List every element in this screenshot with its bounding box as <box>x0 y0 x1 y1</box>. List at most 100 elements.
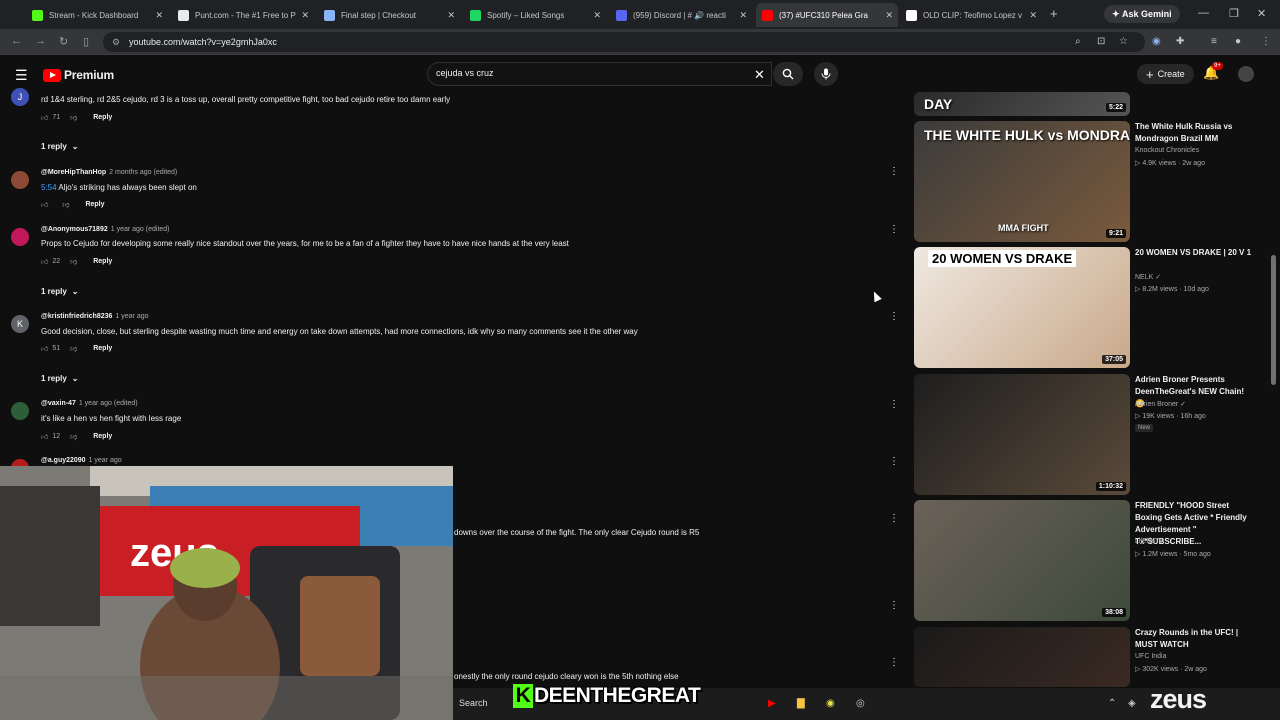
recommended-video[interactable]: 38:08 FRIENDLY "HOOD Street Boxing Gets A… <box>914 500 1270 621</box>
view-replies-button[interactable]: 1 reply ⌄ <box>41 142 79 151</box>
browser-tab[interactable]: OLD CLIP: Teofimo Lopez v ✕ <box>900 3 1042 27</box>
tab-close-icon[interactable]: ✕ <box>1029 10 1037 21</box>
minimize-icon[interactable]: — <box>1198 7 1209 19</box>
recommended-video[interactable]: DAY 5:22 <box>914 92 1270 116</box>
like-icon[interactable]: 👍︎ <box>41 200 48 209</box>
taskbar-search[interactable]: Search <box>459 698 488 708</box>
channel-name[interactable]: LilEllisTv <box>1135 538 1163 545</box>
dislike-icon[interactable]: 👎︎ <box>70 113 77 122</box>
tab-close-icon[interactable]: ✕ <box>593 10 601 21</box>
comment-author[interactable]: @kristinfriedrich8236 <box>41 313 112 320</box>
reply-button[interactable]: Reply <box>93 345 112 352</box>
youtube-taskbar-icon[interactable]: ▶ <box>768 698 776 709</box>
channel-name[interactable]: UFC India <box>1135 653 1167 660</box>
comment-menu-icon[interactable]: ⋮ <box>889 399 899 410</box>
dislike-icon[interactable]: 👎︎ <box>70 257 77 266</box>
comment-date[interactable]: 1 year ago <box>115 313 148 320</box>
channel-name[interactable]: NELK ✓ <box>1135 273 1161 281</box>
file-explorer-icon[interactable]: ▇ <box>797 698 805 709</box>
forward-icon[interactable]: → <box>35 35 46 47</box>
commenter-avatar[interactable]: J <box>11 88 29 106</box>
commenter-avatar[interactable] <box>11 228 29 246</box>
commenter-avatar[interactable]: K <box>11 315 29 333</box>
reply-button[interactable]: Reply <box>93 433 112 440</box>
like-icon[interactable]: 👍︎ <box>41 432 48 441</box>
comment-menu-icon[interactable]: ⋮ <box>889 166 899 177</box>
video-thumbnail[interactable]: DAY 5:22 <box>914 92 1130 116</box>
video-title[interactable]: 20 WOMEN VS DRAKE | 20 V 1 <box>1135 247 1253 259</box>
create-button[interactable]: + Create <box>1137 64 1194 84</box>
comment-menu-icon[interactable]: ⋮ <box>889 311 899 322</box>
reply-button[interactable]: Reply <box>93 114 112 121</box>
comment-menu-icon[interactable]: ⋮ <box>889 513 899 524</box>
close-window-icon[interactable]: ✕ <box>1257 7 1266 20</box>
comment-timestamp-link[interactable]: 5:54 <box>41 183 57 192</box>
recommended-video[interactable]: 20 WOMEN VS DRAKE 37:05 20 WOMEN VS DRAKE … <box>914 247 1270 368</box>
address-bar[interactable]: ⚙ youtube.com/watch?v=ye2gmhJa0xc <box>103 32 1145 52</box>
extension-badge-icon[interactable]: ◉ <box>1152 36 1161 47</box>
comment-menu-icon[interactable]: ⋮ <box>889 600 899 611</box>
clear-search-icon[interactable]: ✕ <box>754 67 765 83</box>
obs-taskbar-icon[interactable]: ◎ <box>856 698 865 709</box>
tab-close-icon[interactable]: ✕ <box>301 10 309 21</box>
comment-date[interactable]: 2 months ago (edited) <box>109 169 177 176</box>
restore-icon[interactable]: ❐ <box>1229 7 1239 20</box>
video-thumbnail[interactable]: 38:08 <box>914 500 1130 621</box>
view-replies-button[interactable]: 1 reply ⌄ <box>41 287 79 296</box>
youtube-logo[interactable]: Premium <box>43 68 114 82</box>
comment-date[interactable]: 1 year ago (edited) <box>111 226 170 233</box>
video-thumbnail[interactable] <box>914 627 1130 687</box>
profile-icon[interactable]: ● <box>1235 36 1241 47</box>
account-avatar[interactable] <box>1238 66 1254 82</box>
browser-tab[interactable]: Stream - Kick Dashboard ✕ <box>26 3 168 27</box>
reload-icon[interactable]: ↻ <box>59 35 68 48</box>
extensions-icon[interactable]: ✚ <box>1176 36 1184 47</box>
like-icon[interactable]: 👍︎ <box>41 344 48 353</box>
comment-menu-icon[interactable]: ⋮ <box>889 657 899 668</box>
comment-author[interactable]: @a.guy22090 <box>41 457 86 464</box>
browser-tab[interactable]: Spotify – Liked Songs ✕ <box>464 3 606 27</box>
zoom-icon[interactable]: ⌕ <box>1075 36 1081 47</box>
comment-menu-icon[interactable]: ⋮ <box>889 224 899 235</box>
video-thumbnail[interactable]: 20 WOMEN VS DRAKE 37:05 <box>914 247 1130 368</box>
reply-button[interactable]: Reply <box>85 201 104 208</box>
reply-button[interactable]: Reply <box>93 258 112 265</box>
like-icon[interactable]: 👍︎ <box>41 257 48 266</box>
dislike-icon[interactable]: 👎︎ <box>70 432 77 441</box>
video-title[interactable]: Crazy Rounds in the UFC! | MUST WATCH <box>1135 627 1253 651</box>
tab-close-icon[interactable]: ✕ <box>739 10 747 21</box>
browser-tab[interactable]: (959) Discord | # 🔊 reacti ✕ <box>610 3 752 27</box>
video-title[interactable]: The White Hulk Russia vs Mondragon Brazi… <box>1135 121 1253 145</box>
tray-chevron-icon[interactable]: ⌃ <box>1108 698 1116 709</box>
new-tab-button[interactable]: + <box>1050 6 1058 21</box>
view-replies-button[interactable]: 1 reply ⌄ <box>41 374 79 383</box>
comment-menu-icon[interactable]: ⋮ <box>889 456 899 467</box>
recommended-video[interactable]: THE WHITE HULK vs MONDRAGON MMA FIGHT 9:21… <box>914 121 1270 242</box>
search-button[interactable] <box>773 62 803 86</box>
browser-tab[interactable]: Punt.com - The #1 Free to P ✕ <box>172 3 314 27</box>
search-input[interactable] <box>436 68 736 78</box>
hamburger-menu-icon[interactable]: ☰ <box>15 67 28 84</box>
comment-date[interactable]: 1 year ago (edited) <box>79 400 138 407</box>
commenter-avatar[interactable] <box>11 402 29 420</box>
site-info-icon[interactable]: ⚙ <box>112 37 120 48</box>
channel-name[interactable]: Adrien Broner ✓ <box>1135 400 1186 408</box>
voice-search-button[interactable] <box>814 62 838 86</box>
comment-author[interactable]: @Anonymous71892 <box>41 226 108 233</box>
recommended-video[interactable]: Crazy Rounds in the UFC! | MUST WATCH UFC… <box>914 627 1270 687</box>
sidepanel-icon[interactable]: ▯ <box>83 35 89 48</box>
commenter-avatar[interactable] <box>11 171 29 189</box>
reading-list-icon[interactable]: ≡ <box>1211 36 1217 47</box>
ask-gemini-button[interactable]: ✦ Ask Gemini <box>1104 5 1180 23</box>
browser-menu-icon[interactable]: ⋮ <box>1261 36 1271 47</box>
back-icon[interactable]: ← <box>11 35 22 47</box>
video-thumbnail[interactable]: THE WHITE HULK vs MONDRAGON MMA FIGHT 9:21 <box>914 121 1130 242</box>
recommended-video[interactable]: 1:10:32 Adrien Broner Presents DeenTheGre… <box>914 374 1270 495</box>
dislike-icon[interactable]: 👎︎ <box>62 200 69 209</box>
scrollbar[interactable] <box>1271 255 1276 385</box>
video-thumbnail[interactable]: 1:10:32 <box>914 374 1130 495</box>
bookmark-star-icon[interactable]: ☆ <box>1119 36 1128 47</box>
app-taskbar-icon[interactable]: ◉ <box>826 698 835 709</box>
dislike-icon[interactable]: 👎︎ <box>70 344 77 353</box>
install-app-icon[interactable]: ⊡ <box>1097 36 1105 47</box>
